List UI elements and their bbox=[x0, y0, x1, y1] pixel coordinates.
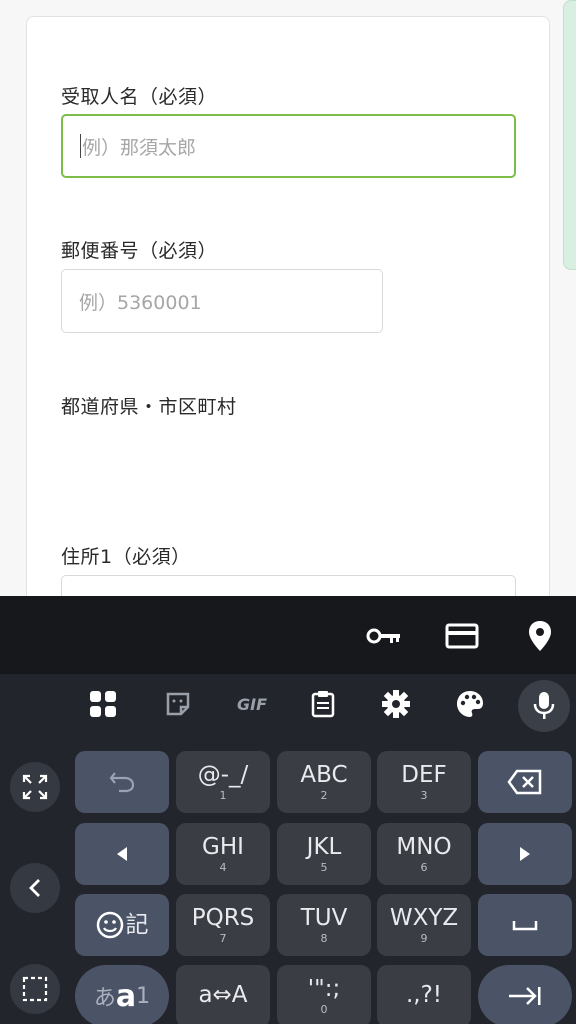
tab-arrow-icon bbox=[509, 987, 541, 1005]
sticker-icon[interactable] bbox=[160, 686, 196, 722]
postal-code-label: 郵便番号（必須） bbox=[61, 240, 218, 262]
text-caret bbox=[80, 134, 81, 158]
emoji-kanji-key[interactable]: 記 bbox=[75, 894, 169, 956]
gear-icon[interactable] bbox=[378, 686, 414, 722]
palette-icon[interactable] bbox=[452, 686, 488, 722]
undo-key[interactable] bbox=[75, 751, 169, 813]
recipient-name-label: 受取人名（必須） bbox=[61, 86, 218, 108]
key-7[interactable]: PQRS 7 bbox=[176, 894, 270, 956]
space-key[interactable] bbox=[478, 894, 572, 956]
clipboard-icon[interactable] bbox=[305, 686, 341, 722]
autofill-bar bbox=[0, 596, 576, 674]
case-toggle-key[interactable]: a⇔A bbox=[176, 965, 270, 1024]
key-3[interactable]: DEF 3 bbox=[377, 751, 471, 813]
punctuation-key[interactable]: .,?! bbox=[377, 965, 471, 1024]
prefecture-city-label: 都道府県・市区町村 bbox=[61, 396, 237, 418]
chevron-left-icon[interactable] bbox=[10, 863, 60, 913]
key-6[interactable]: MNO 6 bbox=[377, 823, 471, 885]
select-area-icon[interactable] bbox=[10, 964, 60, 1014]
key-9[interactable]: WXYZ 9 bbox=[377, 894, 471, 956]
cursor-left-key[interactable] bbox=[75, 823, 169, 885]
next-field-key[interactable] bbox=[478, 965, 572, 1024]
key-5[interactable]: JKL 5 bbox=[277, 823, 371, 885]
key-1[interactable]: @-_/1 bbox=[176, 751, 270, 813]
key-icon[interactable] bbox=[366, 618, 402, 654]
side-panel-edge bbox=[563, 0, 576, 270]
key-0[interactable]: '":; 0 bbox=[277, 965, 371, 1024]
address1-label: 住所1（必須） bbox=[61, 546, 191, 568]
key-8[interactable]: TUV 8 bbox=[277, 894, 371, 956]
backspace-key[interactable] bbox=[478, 751, 572, 813]
postal-code-placeholder: 例）5360001 bbox=[79, 291, 202, 314]
kanji-label: 記 bbox=[125, 912, 149, 938]
input-mode-key[interactable]: あ a 1 bbox=[75, 965, 169, 1024]
recipient-name-placeholder: 例）那須太郎 bbox=[82, 136, 197, 159]
mic-icon[interactable] bbox=[518, 680, 570, 732]
gif-icon[interactable]: GIF bbox=[232, 686, 272, 722]
soft-keyboard: GIF @-_/1 ABC 2 DEF 3 GHI 4 JKL 5 MNO 6 … bbox=[0, 596, 576, 1024]
keyboard-toolbar: GIF bbox=[0, 674, 576, 736]
location-icon[interactable] bbox=[522, 618, 558, 654]
key-2[interactable]: ABC 2 bbox=[277, 751, 371, 813]
key-4[interactable]: GHI 4 bbox=[176, 823, 270, 885]
recipient-name-input[interactable]: 例）那須太郎 bbox=[61, 114, 516, 178]
emoji-icon bbox=[96, 911, 123, 939]
postal-code-input[interactable]: 例）5360001 bbox=[61, 269, 383, 333]
expand-keyboard-icon[interactable] bbox=[10, 762, 60, 812]
cursor-right-key[interactable] bbox=[478, 823, 572, 885]
card-icon[interactable] bbox=[444, 618, 480, 654]
apps-grid-icon[interactable] bbox=[85, 686, 121, 722]
